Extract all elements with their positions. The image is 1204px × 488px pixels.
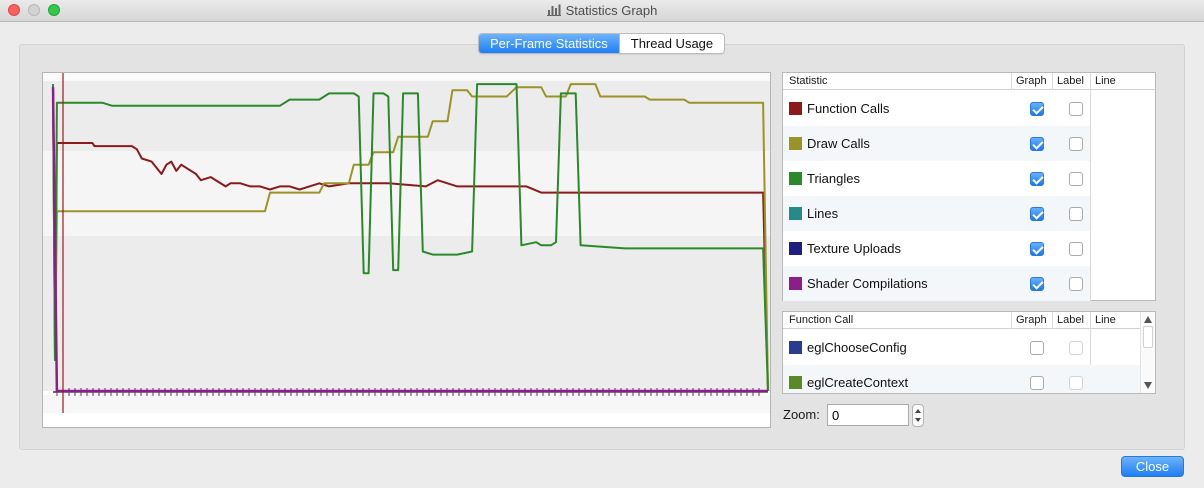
color-swatch bbox=[789, 172, 802, 185]
color-swatch bbox=[789, 207, 802, 220]
statistics-graph[interactable] bbox=[42, 72, 771, 428]
column-divider bbox=[1011, 73, 1012, 90]
column-header-label[interactable]: Label bbox=[1057, 314, 1084, 326]
table-row[interactable]: Lines bbox=[783, 196, 1090, 231]
column-divider bbox=[1052, 312, 1053, 329]
column-divider bbox=[1011, 312, 1012, 329]
grid-band bbox=[43, 395, 770, 413]
row-label: Triangles bbox=[807, 171, 860, 186]
stepper-up-icon[interactable] bbox=[915, 409, 921, 413]
table-row[interactable]: Triangles bbox=[783, 161, 1090, 196]
label-checkbox[interactable] bbox=[1069, 242, 1083, 256]
row-label: Lines bbox=[807, 206, 839, 221]
color-swatch bbox=[789, 376, 802, 389]
color-swatch bbox=[789, 341, 802, 354]
column-header-line[interactable]: Line bbox=[1095, 314, 1116, 326]
graph-checkbox[interactable] bbox=[1030, 341, 1044, 355]
column-header-function-call[interactable]: Function Call bbox=[789, 314, 853, 326]
row-label: Texture Uploads bbox=[807, 241, 901, 256]
label-checkbox[interactable] bbox=[1069, 102, 1083, 116]
tab-thread-usage[interactable]: Thread Usage bbox=[618, 34, 724, 53]
table-row[interactable]: Draw Calls bbox=[783, 126, 1090, 161]
grid-band bbox=[43, 81, 770, 151]
zoom-stepper[interactable] bbox=[912, 404, 924, 427]
color-swatch bbox=[789, 242, 802, 255]
zoom-label: Zoom: bbox=[783, 407, 820, 422]
color-swatch bbox=[789, 277, 802, 290]
scroll-thumb[interactable] bbox=[1143, 326, 1153, 348]
label-checkbox[interactable] bbox=[1069, 277, 1083, 291]
close-button[interactable]: Close bbox=[1121, 456, 1184, 477]
scroll-up-icon[interactable] bbox=[1144, 316, 1152, 323]
graph-checkbox[interactable] bbox=[1030, 137, 1044, 151]
column-header-statistic[interactable]: Statistic bbox=[789, 75, 828, 87]
tab-bar: Per-Frame Statistics Thread Usage bbox=[478, 33, 726, 54]
row-label: Shader Compilations bbox=[807, 276, 928, 291]
label-checkbox[interactable] bbox=[1069, 207, 1083, 221]
bar-chart-icon bbox=[546, 4, 561, 16]
column-divider bbox=[1090, 73, 1091, 302]
column-header-label[interactable]: Label bbox=[1057, 75, 1084, 87]
row-label: eglChooseConfig bbox=[807, 340, 907, 355]
label-checkbox[interactable] bbox=[1069, 137, 1083, 151]
table-row[interactable]: eglCreateContext bbox=[783, 365, 1141, 393]
graph-checkbox[interactable] bbox=[1030, 207, 1044, 221]
label-checkbox[interactable] bbox=[1069, 376, 1083, 390]
column-header-graph[interactable]: Graph bbox=[1016, 75, 1047, 87]
column-header-line[interactable]: Line bbox=[1095, 75, 1116, 87]
color-swatch bbox=[789, 137, 802, 150]
grid-band bbox=[43, 413, 770, 427]
window-title-text: Statistics Graph bbox=[565, 3, 658, 18]
title-bar: Statistics Graph bbox=[0, 0, 1204, 22]
row-label: Function Calls bbox=[807, 101, 890, 116]
graph-checkbox[interactable] bbox=[1030, 277, 1044, 291]
row-label: Draw Calls bbox=[807, 136, 870, 151]
graph-checkbox[interactable] bbox=[1030, 172, 1044, 186]
label-checkbox[interactable] bbox=[1069, 341, 1083, 355]
label-checkbox[interactable] bbox=[1069, 172, 1083, 186]
window-title: Statistics Graph bbox=[0, 3, 1204, 18]
stepper-down-icon[interactable] bbox=[915, 418, 921, 422]
zoom-input[interactable] bbox=[827, 404, 909, 426]
graph-checkbox[interactable] bbox=[1030, 242, 1044, 256]
tab-per-frame-statistics[interactable]: Per-Frame Statistics bbox=[479, 34, 619, 53]
scroll-down-icon[interactable] bbox=[1144, 382, 1152, 389]
column-header-graph[interactable]: Graph bbox=[1016, 314, 1047, 326]
table-row[interactable]: Texture Uploads bbox=[783, 231, 1090, 266]
color-swatch bbox=[789, 102, 802, 115]
grid-band bbox=[43, 236, 770, 391]
graph-checkbox[interactable] bbox=[1030, 102, 1044, 116]
table-row[interactable]: eglChooseConfig bbox=[783, 330, 1141, 365]
column-divider bbox=[1052, 73, 1053, 90]
row-label: eglCreateContext bbox=[807, 375, 909, 390]
graph-checkbox[interactable] bbox=[1030, 376, 1044, 390]
grid-band bbox=[43, 73, 770, 81]
statistics-table-header: Statistic Graph Label Line bbox=[783, 73, 1155, 90]
function-call-scrollbar[interactable] bbox=[1140, 312, 1155, 393]
table-row[interactable]: Shader Compilations bbox=[783, 266, 1090, 301]
function-call-table: Function Call Graph Label Line eglChoose… bbox=[782, 311, 1156, 394]
table-row[interactable]: Function Calls bbox=[783, 91, 1090, 126]
function-call-table-header: Function Call Graph Label Line bbox=[783, 312, 1155, 329]
line-chart bbox=[43, 73, 770, 427]
statistics-table: Statistic Graph Label Line Function Call… bbox=[782, 72, 1156, 302]
